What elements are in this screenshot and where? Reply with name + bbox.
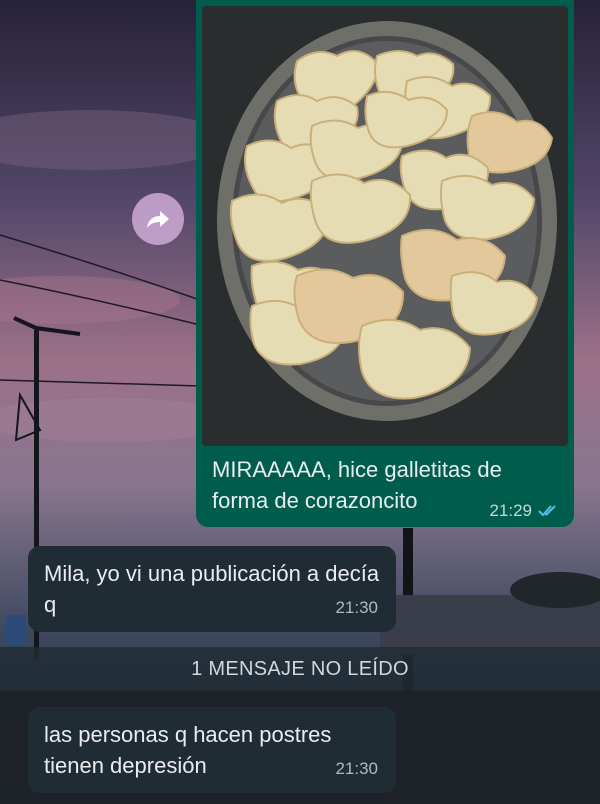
message-meta: 21:29 bbox=[489, 501, 560, 521]
incoming-message[interactable]: las personas q hacen postres tienen depr… bbox=[28, 707, 396, 793]
message-time: 21:29 bbox=[489, 501, 532, 520]
message-time: 21:30 bbox=[335, 759, 378, 778]
message-time: 21:30 bbox=[335, 598, 378, 617]
heart-cookies-photo[interactable] bbox=[202, 6, 568, 446]
unread-banner-label: 1 MENSAJE NO LEÍDO bbox=[191, 657, 409, 680]
double-check-icon bbox=[538, 505, 556, 517]
outgoing-message[interactable]: MIRAAAAA, hice galletitas de forma de co… bbox=[196, 0, 574, 527]
forward-button[interactable] bbox=[132, 193, 184, 245]
message-text: MIRAAAAA, hice galletitas de forma de co… bbox=[212, 457, 502, 513]
forward-arrow-icon bbox=[147, 211, 169, 228]
message-text: Mila, yo vi una publicación a decía q bbox=[44, 561, 380, 617]
unread-banner: 1 MENSAJE NO LEÍDO bbox=[0, 647, 600, 691]
message-text: las personas q hacen postres tienen depr… bbox=[44, 722, 332, 778]
incoming-message[interactable]: Mila, yo vi una publicación a decía q 21… bbox=[28, 546, 396, 632]
